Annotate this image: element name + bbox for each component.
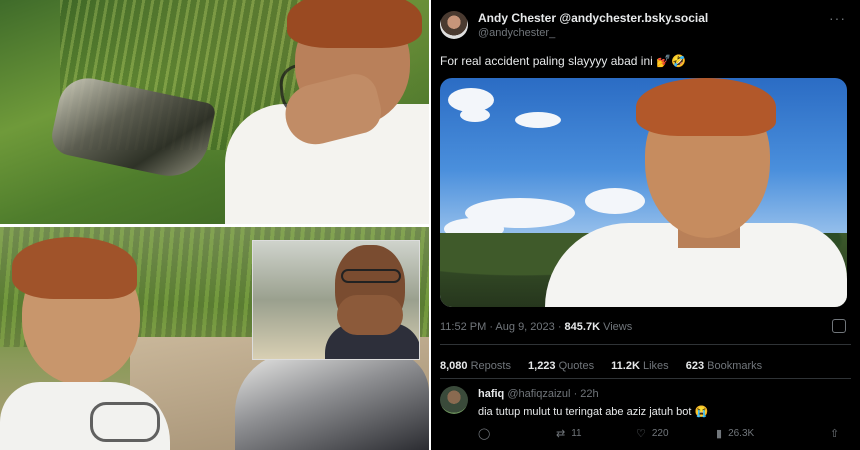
- reply-button[interactable]: ◯: [478, 427, 490, 440]
- separator: [440, 378, 851, 379]
- reply-text-line: dia tutup mulut tu teringat abe aziz jat…: [478, 405, 708, 418]
- like-count: 220: [651, 428, 669, 439]
- quotes-count: 1,223: [528, 360, 556, 372]
- reply-emoji: 😭: [694, 406, 709, 418]
- likes-count: 11.2K: [611, 360, 640, 372]
- tweet-text: For real accident paling slayyyy abad in…: [440, 54, 653, 68]
- likes-stat[interactable]: 11.2K Likes: [611, 360, 669, 372]
- separator: [440, 344, 851, 345]
- cloud: [515, 112, 561, 128]
- analytics-icon[interactable]: [832, 319, 846, 333]
- tweet-stats: 8,080 Reposts 1,223 Quotes 11.2K Likes 6…: [440, 360, 776, 372]
- cloud: [585, 188, 645, 214]
- views-button[interactable]: ▮ 26.3K: [716, 427, 754, 440]
- smiling-man: [0, 227, 240, 450]
- author-handle[interactable]: @andychester_: [478, 27, 555, 39]
- tweet-emojis: 💅🤣: [656, 54, 687, 68]
- reply-actions: ◯ ⇄ 11 ♡ 220 ▮ 26.3K ⇧: [478, 427, 848, 441]
- heart-icon: ♡: [636, 428, 646, 440]
- shirt-print: [90, 402, 160, 442]
- views-count: 845.7K: [564, 321, 601, 333]
- tweet-panel: Andy Chester @andychester.bsky.social @a…: [431, 0, 860, 450]
- glasses: [341, 269, 401, 283]
- inset-reaction-photo: [252, 240, 420, 360]
- man-covering-mouth: [225, 0, 429, 224]
- reposts-stat[interactable]: 8,080 Reposts: [440, 360, 511, 372]
- tweet-time[interactable]: 11:52 PM · Aug 9, 2023: [440, 321, 555, 333]
- reply-header: hafiq @hafiqzaizul · 22h: [478, 388, 599, 400]
- quotes-stat[interactable]: 1,223 Quotes: [528, 360, 594, 372]
- share-button[interactable]: ⇧: [830, 427, 839, 440]
- bookmarks-count: 623: [685, 360, 705, 372]
- tweet-meta: 11:52 PM · Aug 9, 2023 · 845.7K Views: [440, 321, 633, 333]
- reply-handle[interactable]: @hafiqzaizul: [507, 388, 570, 400]
- author-bsky-handle: @andychester.bsky.social: [559, 11, 709, 25]
- reposts-label: Reposts: [470, 360, 511, 372]
- tweet-text-line: For real accident paling slayyyy abad in…: [440, 54, 686, 68]
- more-dots-icon[interactable]: ···: [829, 10, 846, 26]
- reply-text: dia tutup mulut tu teringat abe aziz jat…: [478, 406, 692, 418]
- hair: [12, 237, 137, 299]
- retweet-count: 11: [571, 428, 582, 439]
- reply-views-count: 26.3K: [728, 428, 755, 439]
- retweet-icon: ⇄: [556, 428, 566, 440]
- author-name-line[interactable]: Andy Chester @andychester.bsky.social: [478, 11, 708, 25]
- tweet-media-image[interactable]: [440, 78, 847, 307]
- reply-avatar[interactable]: [440, 386, 468, 414]
- share-icon: ⇧: [830, 428, 840, 440]
- inset-hand-over-mouth: [337, 295, 403, 335]
- reposts-count: 8,080: [440, 360, 468, 372]
- bookmarks-label: Bookmarks: [707, 360, 763, 372]
- scooter-handlebar: [235, 352, 429, 450]
- hair: [636, 78, 776, 136]
- author-name[interactable]: Andy Chester: [478, 11, 556, 25]
- like-button[interactable]: ♡ 220: [636, 427, 669, 440]
- comment-icon: ◯: [478, 428, 491, 440]
- likes-label: Likes: [642, 360, 669, 372]
- author-avatar[interactable]: [440, 11, 468, 39]
- quotes-label: Quotes: [558, 360, 595, 372]
- views-label: Views: [603, 321, 633, 333]
- hair: [287, 0, 422, 48]
- bookmarks-stat[interactable]: 623 Bookmarks: [686, 360, 762, 372]
- reply-name[interactable]: hafiq: [478, 388, 504, 400]
- photo-selfie-roadside: [0, 227, 429, 450]
- photo-scooter-wreck: [0, 0, 429, 224]
- cloud: [460, 108, 490, 122]
- reply-age: 22h: [580, 388, 599, 400]
- retweet-button[interactable]: ⇄ 11: [556, 427, 582, 440]
- bar-chart-icon: ▮: [716, 428, 723, 440]
